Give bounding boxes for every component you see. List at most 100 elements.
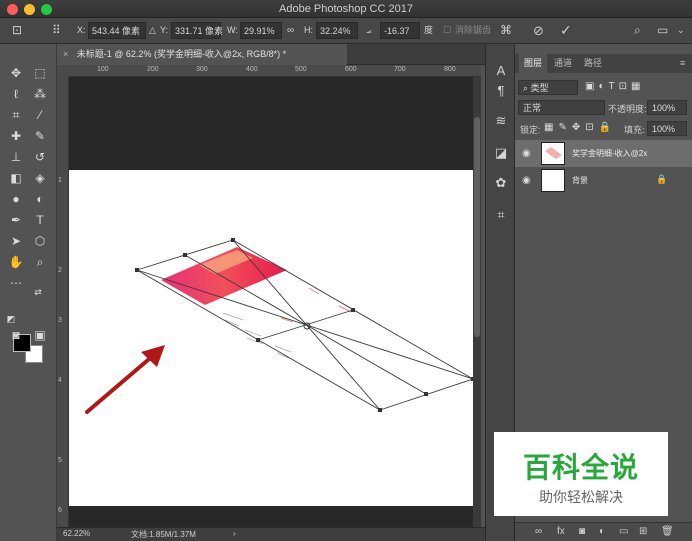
lasso-tool-icon[interactable]: ℓ (5, 85, 27, 104)
search-icon[interactable]: ⌕ (634, 22, 641, 39)
antialias-label: 消除锯齿 (455, 25, 492, 35)
ruler-label: 300 (196, 66, 208, 73)
new-group-icon[interactable]: ▭ (619, 526, 628, 537)
tab-layers[interactable]: 图层 (519, 54, 548, 73)
paint-bucket-tool-icon[interactable]: ◈ (29, 169, 51, 188)
crop-tool-icon[interactable]: ⌗ (5, 106, 27, 125)
opacity-label: 不透明度: (608, 104, 647, 114)
zoom-tool-icon[interactable]: ⌕ (29, 253, 51, 272)
character-panel-icon[interactable]: A (492, 62, 510, 80)
healing-brush-tool-icon[interactable]: ✚ (5, 127, 27, 146)
screen-mode-icon[interactable]: ▣ (29, 326, 51, 345)
x-position-field[interactable]: 543.44 像素 (88, 22, 146, 39)
hand-tool-icon[interactable]: ✋ (5, 253, 27, 272)
status-menu-icon[interactable]: › (233, 529, 236, 538)
width-field[interactable]: 29.91% (240, 22, 282, 39)
opacity-field[interactable]: 100% (647, 100, 687, 115)
reference-point-icon[interactable]: ⠿ (52, 22, 61, 39)
adjustment-layer-icon[interactable]: ◐ (599, 526, 605, 537)
crop-panel-icon[interactable]: ⌗ (492, 206, 510, 224)
zoom-level[interactable]: 62.22% (63, 529, 90, 538)
options-bar: ⊡ ⠿ X: 543.44 像素 △ Y: 331.71 像素 W: 29.91… (0, 18, 692, 44)
panel-tabs: 图层 通道 路径 ≡ (515, 54, 692, 73)
tab-paths[interactable]: 路径 (579, 54, 607, 73)
shape-tool-icon[interactable]: ⬡ (29, 232, 51, 251)
type-tool-icon[interactable]: T (29, 211, 51, 230)
eye-icon[interactable]: ◉ (522, 148, 531, 159)
layer-row[interactable]: ◉ 背景 🔒 (515, 167, 692, 194)
angle-field[interactable]: -16.37 (380, 22, 420, 39)
adjustments-panel-icon[interactable]: ◪ (492, 144, 510, 162)
pen-tool-icon[interactable]: ✒ (5, 211, 27, 230)
fx-icon[interactable]: fx (557, 526, 565, 537)
warp-icon[interactable]: ⌘ (500, 22, 512, 39)
move-tool-icon[interactable]: ✥ (5, 64, 27, 83)
h-label: H: (304, 25, 313, 35)
link-layers-icon[interactable]: ∞ (535, 526, 542, 537)
transform-tool-icon[interactable]: ⊡ (12, 22, 22, 39)
ruler-label: 600 (345, 66, 357, 73)
panel-menu-icon[interactable]: ≡ (675, 54, 690, 73)
eraser-tool-icon[interactable]: ◧ (5, 169, 27, 188)
workspace-icon[interactable]: ▭ (657, 22, 668, 39)
lock-icon: 🔒 (656, 174, 668, 184)
lock-options[interactable]: ▦✎✥⊡🔒 (544, 122, 616, 133)
ruler-label: 6 (58, 507, 62, 514)
layer-name[interactable]: 奖学金明细-收入@2x (572, 148, 647, 159)
ruler-label: 500 (295, 66, 307, 73)
add-mask-icon[interactable]: ◙ (579, 526, 585, 537)
quick-mask-icon[interactable]: ◙ (5, 326, 27, 345)
height-field[interactable]: 32.24% (316, 22, 358, 39)
delete-layer-icon[interactable]: 🗑 (661, 526, 674, 537)
layers-panel-icon[interactable]: ≋ (492, 112, 510, 130)
magic-wand-tool-icon[interactable]: ⁂ (29, 85, 51, 104)
antialias-checkbox[interactable]: ☐ (443, 22, 451, 39)
layer-row[interactable]: ◉ 奖学金明细-收入@2x (515, 140, 692, 167)
link-icon[interactable]: ∞ (287, 22, 294, 39)
layer-filter-select[interactable]: ⌕ 类型 (518, 80, 578, 95)
commit-transform-icon[interactable]: ✓ (560, 22, 572, 39)
more-tools-icon[interactable]: ⋯ (5, 274, 27, 293)
tab-channels[interactable]: 通道 (549, 54, 577, 73)
transformed-layer-artwork[interactable] (69, 170, 475, 506)
clone-stamp-tool-icon[interactable]: ⊥ (5, 148, 27, 167)
eye-icon[interactable]: ◉ (522, 175, 531, 186)
marquee-tool-icon[interactable]: ⬚ (29, 64, 51, 83)
document-tab[interactable]: × 未标题-1 @ 62.2% (奖学金明细-收入@2x, RGB/8*) * (57, 44, 347, 65)
blur-tool-icon[interactable]: ● (5, 190, 27, 209)
photoshop-window: Adobe Photoshop CC 2017 ⊡ ⠿ X: 543.44 像素… (0, 0, 692, 541)
brush-tool-icon[interactable]: ✎ (29, 127, 51, 146)
paragraph-panel-icon[interactable]: ¶ (492, 82, 510, 100)
filter-icons[interactable]: ▣◐T⊡▦ (585, 81, 644, 92)
layers-panel-footer: ∞ fx ◙ ◐ ▭ ⊞ 🗑 (515, 522, 692, 541)
new-layer-icon[interactable]: ⊞ (639, 526, 647, 537)
libraries-panel-icon[interactable]: ✿ (492, 174, 510, 192)
y-position-field[interactable]: 331.71 像素 (171, 22, 223, 39)
ruler-origin[interactable] (57, 65, 69, 77)
x-label: X: (77, 25, 86, 35)
workspace-dropdown-icon[interactable]: ⌄ (677, 22, 685, 39)
ruler-label: 400 (246, 66, 258, 73)
fill-field[interactable]: 100% (647, 121, 687, 136)
cancel-transform-icon[interactable]: ⊘ (533, 22, 544, 39)
close-tab-icon[interactable]: × (63, 49, 68, 59)
horizontal-ruler[interactable]: 100 200 300 400 500 600 700 800 (69, 65, 481, 77)
ruler-label: 4 (58, 377, 62, 384)
path-selection-tool-icon[interactable]: ➤ (5, 232, 27, 251)
scrollbar-thumb[interactable] (474, 117, 480, 337)
status-bar: 62.22% 文档:1.85M/1.37M › (57, 527, 485, 541)
w-label: W: (227, 25, 238, 35)
eyedropper-tool-icon[interactable]: ⁄ (29, 106, 51, 125)
vertical-ruler[interactable]: 1 2 3 4 5 6 (57, 77, 69, 527)
layer-name[interactable]: 背景 (572, 175, 588, 186)
dodge-tool-icon[interactable]: ◐ (29, 190, 51, 209)
history-brush-tool-icon[interactable]: ↺ (29, 148, 51, 167)
blend-mode-select[interactable]: 正常 (518, 100, 605, 115)
transform-bounding-box[interactable] (135, 239, 475, 411)
vertical-scrollbar[interactable] (473, 77, 481, 527)
layer-thumbnail (541, 142, 565, 165)
document-canvas[interactable] (69, 170, 475, 506)
watermark-subtitle: 助你轻松解决 (539, 489, 623, 505)
swap-colors-icon[interactable]: ⇄ (31, 283, 45, 302)
relative-position-icon[interactable]: △ (149, 22, 156, 39)
